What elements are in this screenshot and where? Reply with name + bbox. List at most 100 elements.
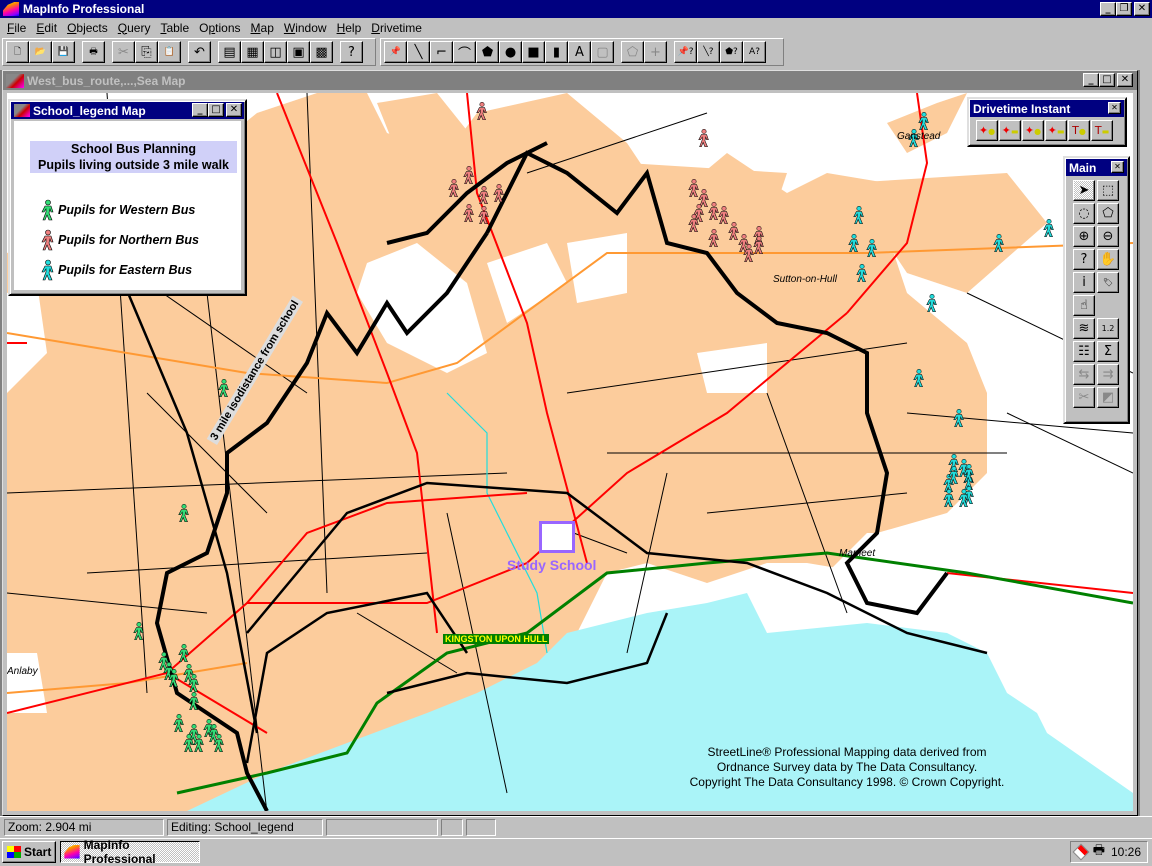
polygon-button[interactable]: ⬟ [476,41,499,63]
printer-icon[interactable]: 🖶 [1093,841,1105,863]
copy-button[interactable]: ⎘ [135,41,158,63]
zoom-in-button[interactable]: ⊕ [1073,226,1095,247]
symbol-button[interactable]: 📌 [384,41,407,63]
drivetime-close-button[interactable]: ✕ [1108,102,1121,114]
pupil-northern-icon[interactable] [697,128,711,148]
menu-query[interactable]: Query [113,21,156,35]
set-target-button[interactable]: ◩ [1097,387,1119,408]
clip-region-button[interactable]: ✂ [1073,387,1095,408]
pupil-western-icon[interactable] [182,733,196,753]
region-style-button[interactable]: ⬟? [720,41,743,63]
menu-edit[interactable]: Edit [31,21,62,35]
layout-button[interactable]: ▣ [287,41,310,63]
help-button[interactable]: ? [340,41,363,63]
frame-button[interactable]: ▢ [591,41,614,63]
zoom-out-button[interactable]: ⊖ [1097,226,1119,247]
network-icon[interactable] [1072,843,1090,861]
pupil-eastern-icon[interactable] [962,463,976,483]
line-button[interactable]: ╲ [407,41,430,63]
taskbar-mapinfo-button[interactable]: MapInfo Professional [60,838,201,866]
polyline-button[interactable]: ⌐ [430,41,453,63]
pupil-western-icon[interactable] [217,378,231,398]
close-button[interactable]: ✕ [1134,2,1150,16]
info-button[interactable]: i [1073,272,1095,293]
cut-button[interactable]: ✂ [112,41,135,63]
polygon-select-button[interactable]: ⬠ [1097,203,1119,224]
pupil-eastern-icon[interactable] [947,465,961,485]
pupil-northern-icon[interactable] [462,203,476,223]
pupil-eastern-icon[interactable] [992,233,1006,253]
text-button[interactable]: A [568,41,591,63]
map-window-title-bar[interactable]: West_bus_route,...,Sea Map _ □ ✕ [3,71,1137,90]
ellipse-button[interactable]: ● [499,41,522,63]
main-toolbar-title-bar[interactable]: Main ✕ [1066,159,1127,176]
pupil-northern-icon[interactable] [477,185,491,205]
pupil-northern-icon[interactable] [462,165,476,185]
main-toolbar-close-button[interactable]: ✕ [1111,161,1124,173]
pupil-northern-icon[interactable] [707,228,721,248]
arc-button[interactable]: ⌒ [453,41,476,63]
pupil-western-icon[interactable] [187,691,201,711]
map-window-button[interactable]: ▦ [241,41,264,63]
browser-button[interactable]: ▤ [218,41,241,63]
legend-button[interactable]: ☷ [1073,341,1095,362]
menu-help[interactable]: Help [332,21,367,35]
boundary-select-button[interactable]: ⇉ [1097,364,1119,385]
pupil-eastern-icon[interactable] [852,205,866,225]
pupil-northern-icon[interactable] [475,101,489,121]
pupil-eastern-icon[interactable] [952,408,966,428]
map-close-button[interactable]: ✕ [1117,73,1133,87]
pupil-northern-icon[interactable] [742,243,756,263]
menu-drivetime[interactable]: Drivetime [366,21,427,35]
menu-window[interactable]: Window [279,21,332,35]
menu-objects[interactable]: Objects [62,21,113,35]
marquee-select-button[interactable]: ⬚ [1097,180,1119,201]
pupil-eastern-icon[interactable] [855,263,869,283]
grabber-button[interactable]: ✋ [1097,249,1119,270]
pupil-eastern-icon[interactable] [847,233,861,253]
legend-close-button[interactable]: ✕ [226,103,242,117]
drivetime-route-time-button[interactable]: T● [1068,120,1090,141]
menu-file[interactable]: File [2,21,31,35]
pupil-western-icon[interactable] [187,673,201,693]
legend-minimize-button[interactable]: _ [192,103,208,117]
change-view-button[interactable]: ? [1073,249,1095,270]
save-button[interactable]: 💾 [52,41,75,63]
add-node-button[interactable]: + [644,41,667,63]
legend-maximize-button[interactable]: □ [208,103,224,117]
pupil-western-icon[interactable] [132,621,146,641]
print-button[interactable]: 🖶 [82,41,105,63]
legend-window-title-bar[interactable]: School_legend Map _ □ ✕ [11,102,244,119]
symbol-style-button[interactable]: 📌? [674,41,697,63]
drivetime-select-distance-button[interactable]: ✦▬ [1045,120,1067,141]
ruler-button[interactable]: 1.2 [1097,318,1119,339]
drivetime-distance-button[interactable]: ✦▬ [999,120,1021,141]
pupil-northern-icon[interactable] [447,178,461,198]
radius-select-button[interactable]: ◌ [1073,203,1095,224]
pupil-western-icon[interactable] [167,668,181,688]
menu-map[interactable]: Map [246,21,279,35]
hotlink-button[interactable]: ⇆ [1073,364,1095,385]
label-button[interactable]: 🏷 [1097,272,1119,293]
pupil-eastern-icon[interactable] [1042,218,1056,238]
line-style-button[interactable]: ╲? [697,41,720,63]
pupil-northern-icon[interactable] [492,183,506,203]
pupil-eastern-icon[interactable] [942,488,956,508]
reshape-button[interactable]: ⬠ [621,41,644,63]
select-button[interactable]: ➤ [1073,180,1095,201]
text-style-button[interactable]: A? [743,41,766,63]
menu-options[interactable]: Options [194,21,245,35]
pupil-western-icon[interactable] [172,713,186,733]
pupil-eastern-icon[interactable] [865,238,879,258]
layer-control-button[interactable]: ≋ [1073,318,1095,339]
restore-button[interactable]: ❐ [1116,2,1132,16]
pupil-northern-icon[interactable] [477,205,491,225]
pupil-western-icon[interactable] [177,643,191,663]
map-maximize-button[interactable]: □ [1099,73,1115,87]
pupil-eastern-icon[interactable] [912,368,926,388]
school-icon[interactable] [539,521,575,553]
redistrict-button[interactable]: ▩ [310,41,333,63]
graph-button[interactable]: ◫ [264,41,287,63]
drivetime-title-bar[interactable]: Drivetime Instant ✕ [970,100,1124,117]
pupil-eastern-icon[interactable] [957,488,971,508]
